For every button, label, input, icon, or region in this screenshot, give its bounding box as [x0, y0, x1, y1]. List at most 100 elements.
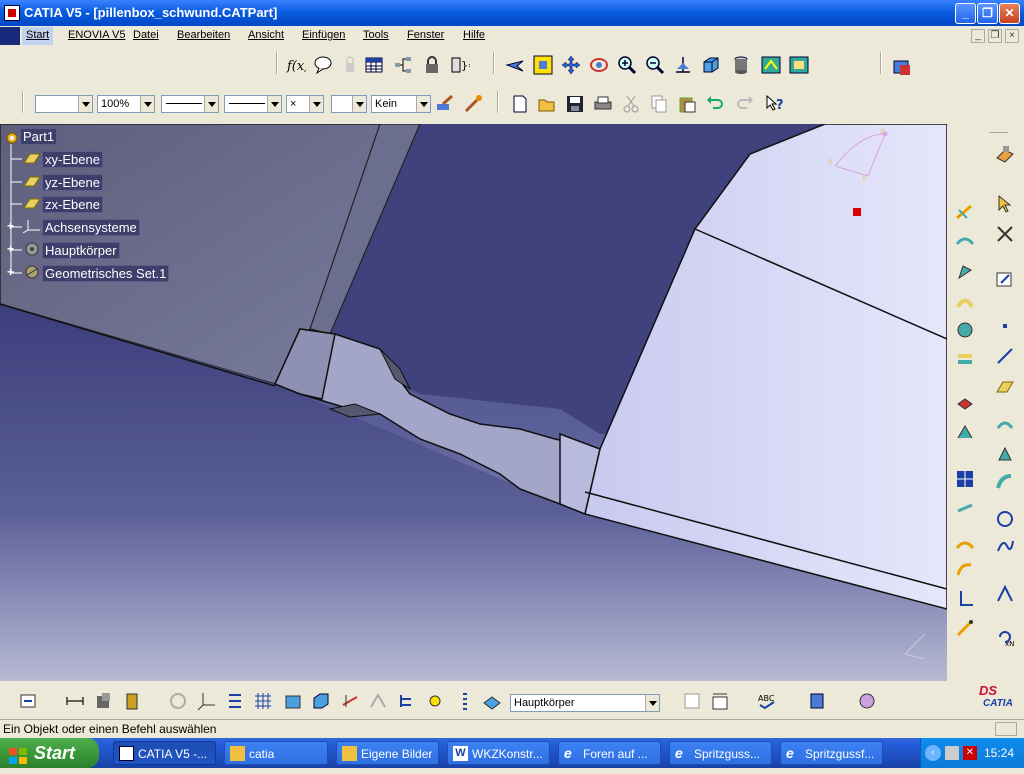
axis-create-icon[interactable]	[197, 691, 217, 711]
command-input[interactable]	[995, 722, 1017, 736]
law-icon[interactable]	[955, 619, 975, 639]
extract-icon[interactable]	[955, 422, 975, 442]
knowledge-icon[interactable]	[857, 691, 877, 711]
layer-icon[interactable]	[482, 691, 502, 711]
expand-icon[interactable]: +	[6, 220, 15, 232]
point-icon[interactable]	[995, 316, 1015, 336]
painter-icon[interactable]	[435, 94, 455, 114]
whats-this-icon[interactable]: ?	[765, 94, 785, 114]
tree-node-zx-plane[interactable]: zx-Ebene	[22, 196, 103, 214]
join-icon[interactable]	[955, 232, 975, 252]
update-icon[interactable]	[18, 691, 38, 711]
task-folder-catia[interactable]: catia	[224, 741, 328, 765]
doc-close-button[interactable]: ×	[1005, 29, 1019, 43]
title-bar[interactable]: CATIA V5 - [pillenbox_schwund.CATPart] _…	[0, 0, 1024, 26]
measure-icon[interactable]	[65, 691, 85, 711]
select-arrow-icon[interactable]	[995, 194, 1015, 214]
split-icon[interactable]	[955, 202, 975, 222]
paste-icon[interactable]	[677, 94, 697, 114]
task-ie-spritzgussf[interactable]: e Spritzgussf...	[780, 741, 883, 765]
menu-enovia[interactable]: ENOVIA V5	[68, 29, 125, 41]
dimension-icon[interactable]	[710, 691, 730, 711]
connection-icon[interactable]	[397, 691, 417, 711]
extrude-icon[interactable]	[995, 414, 1015, 434]
clock[interactable]: 15:24	[984, 738, 1014, 768]
line-thickness-select[interactable]	[161, 95, 219, 113]
spell-check-icon[interactable]: ABC	[757, 691, 777, 711]
corner-icon[interactable]	[995, 584, 1015, 604]
tray-expand-icon[interactable]: ‹	[925, 745, 941, 761]
sketch-plane-icon[interactable]	[995, 269, 1015, 289]
menu-hilfe[interactable]: Hilfe	[463, 29, 485, 41]
iso-view-icon[interactable]	[701, 55, 721, 75]
cut-icon[interactable]	[621, 94, 641, 114]
tree-node-main-body[interactable]: Hauptkörper	[22, 242, 120, 260]
measure-item-icon[interactable]	[94, 691, 114, 711]
body-icon[interactable]	[283, 691, 303, 711]
line-icon[interactable]	[995, 346, 1015, 366]
measure-inertia-icon[interactable]	[122, 691, 142, 711]
hide-show-icon[interactable]	[761, 55, 781, 75]
undo-icon[interactable]	[705, 94, 725, 114]
loft-icon[interactable]	[955, 320, 975, 340]
security-lock-icon[interactable]	[422, 55, 442, 75]
surface-icon[interactable]	[955, 534, 975, 554]
antivirus-icon[interactable]: ✕	[963, 746, 977, 760]
task-ie-forum[interactable]: e Foren auf ...	[558, 741, 661, 765]
save-icon[interactable]	[565, 94, 585, 114]
plane-icon[interactable]	[995, 376, 1015, 396]
point-symbol-select[interactable]: ×	[286, 95, 324, 113]
comment-icon[interactable]	[313, 55, 333, 75]
network-icon[interactable]	[945, 746, 959, 760]
zoom-out-icon[interactable]	[645, 55, 665, 75]
menu-bearbeiten[interactable]: Bearbeiten	[177, 29, 230, 41]
sketcher-icon[interactable]	[995, 224, 1015, 244]
catalog-browser-icon[interactable]	[808, 691, 828, 711]
linetype-select[interactable]	[224, 95, 282, 113]
pattern-icon[interactable]	[955, 469, 975, 489]
table-layout-icon[interactable]	[682, 691, 702, 711]
blend-icon[interactable]	[955, 349, 975, 369]
analysis-icon[interactable]	[368, 691, 388, 711]
tree-list-icon[interactable]	[225, 691, 245, 711]
start-button[interactable]: Start	[0, 738, 99, 768]
translate-icon[interactable]	[955, 499, 975, 519]
menu-einfuegen[interactable]: Einfügen	[302, 29, 345, 41]
spline-icon[interactable]	[995, 536, 1015, 556]
task-ie-spritzguss[interactable]: e Spritzguss...	[669, 741, 772, 765]
catia-compass-icon[interactable]	[0, 27, 20, 45]
tree-root[interactable]: Part1	[4, 128, 58, 146]
cutting-icon[interactable]	[340, 691, 360, 711]
color-select[interactable]	[35, 95, 93, 113]
shading-icon[interactable]	[731, 55, 751, 75]
axis-icon[interactable]	[955, 589, 975, 609]
lock-disabled-icon[interactable]	[340, 55, 360, 75]
task-word-document[interactable]: W WKZKonstr...	[447, 741, 550, 765]
parameters-icon[interactable]: }=	[450, 55, 477, 75]
zoom-in-icon[interactable]	[617, 55, 637, 75]
open-folder-icon[interactable]	[537, 94, 557, 114]
menu-start[interactable]: Start	[22, 27, 54, 45]
print-icon[interactable]	[593, 94, 613, 114]
body-select[interactable]: Hauptkörper	[510, 694, 660, 712]
formula-icon[interactable]: f(x)	[286, 55, 309, 75]
catalog-icon[interactable]	[892, 57, 912, 77]
tree-node-xy-plane[interactable]: xy-Ebene	[22, 151, 103, 169]
new-file-icon[interactable]	[510, 94, 530, 114]
expand-icon[interactable]: +	[6, 266, 15, 278]
close-button[interactable]: ✕	[999, 3, 1020, 24]
tree-node-geometric-set[interactable]: Geometrisches Set.1	[22, 265, 170, 283]
menu-tools[interactable]: Tools	[363, 29, 389, 41]
menu-ansicht[interactable]: Ansicht	[248, 29, 284, 41]
redo-icon[interactable]	[735, 94, 755, 114]
restore-button[interactable]: ❐	[977, 3, 998, 24]
transparency-select[interactable]: 100%	[97, 95, 155, 113]
revolve-icon[interactable]	[995, 444, 1015, 464]
repetition-icon[interactable]: xN	[995, 627, 1015, 648]
rotate-icon[interactable]	[589, 55, 609, 75]
menu-fenster[interactable]: Fenster	[407, 29, 444, 41]
minimize-button[interactable]: _	[955, 3, 976, 24]
copy-icon[interactable]	[649, 94, 669, 114]
stack-icon[interactable]	[455, 691, 475, 711]
tree-node-yz-plane[interactable]: yz-Ebene	[22, 174, 103, 192]
